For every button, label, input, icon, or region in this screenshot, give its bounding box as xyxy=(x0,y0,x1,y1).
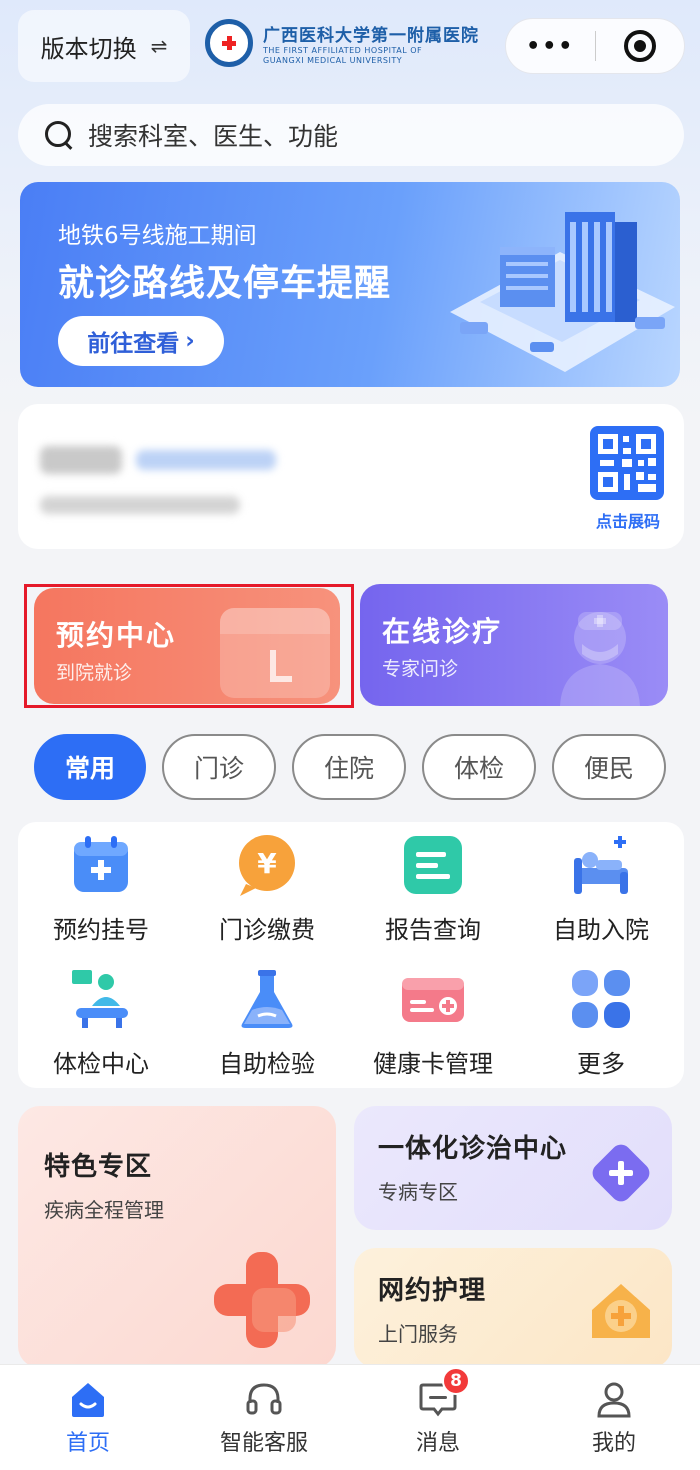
nav-home-label: 首页 xyxy=(65,1431,110,1456)
online-consultation-title: 在线诊疗 xyxy=(382,615,503,648)
doctor-icon xyxy=(560,612,640,706)
nav-customer-service[interactable]: 智能客服 xyxy=(204,1379,324,1457)
tab-inpatient[interactable]: 住院 xyxy=(292,734,406,800)
search-bar[interactable]: 搜索科室、医生、功能 xyxy=(18,104,684,166)
version-switch-button[interactable]: 版本切换 ⇌ xyxy=(18,10,190,82)
nav-messages[interactable]: 8 消息 xyxy=(378,1367,498,1457)
nav-messages-label: 消息 xyxy=(415,1431,460,1456)
search-placeholder: 搜索科室、医生、功能 xyxy=(88,122,339,151)
search-icon xyxy=(44,120,74,150)
payment-icon: ¥ xyxy=(239,835,295,896)
tab-convenience[interactable]: 便民 xyxy=(552,734,666,800)
integrated-center-title: 一体化诊治中心 xyxy=(378,1134,568,1164)
headset-icon xyxy=(246,1383,282,1415)
blurred-card-number xyxy=(40,496,240,514)
online-consultation-tile[interactable]: 在线诊疗 专家问诊 xyxy=(360,584,668,706)
register-icon xyxy=(74,836,128,892)
report-icon xyxy=(404,836,462,894)
hospital-logo: 广西医科大学第一附属医院 THE FIRST AFFILIATED HOSPIT… xyxy=(205,18,495,68)
home-icon xyxy=(72,1383,104,1417)
function-admission[interactable]: 自助入院 xyxy=(518,832,684,945)
online-consultation-subtitle: 专家问诊 xyxy=(382,658,459,680)
more-options-icon[interactable]: ••• xyxy=(506,34,595,59)
special-zone-title: 特色专区 xyxy=(44,1152,153,1182)
home-care-icon xyxy=(592,1284,650,1338)
integrated-center-subtitle: 专病专区 xyxy=(378,1180,458,1204)
target-close-icon xyxy=(623,30,656,62)
blurred-patient-name xyxy=(40,446,122,474)
nav-home[interactable]: 首页 xyxy=(28,1379,148,1457)
lab-test-icon xyxy=(241,970,293,1028)
nav-profile[interactable]: 我的 xyxy=(554,1379,674,1457)
banner-view-button[interactable]: 前往查看 › xyxy=(58,316,224,366)
online-nursing-card[interactable]: 网约护理 上门服务 xyxy=(354,1248,672,1368)
banner-title: 就诊路线及停车提醒 xyxy=(58,263,392,304)
bottom-tab-bar: 首页 智能客服 8 消息 我的 xyxy=(0,1364,700,1470)
special-zone-card[interactable]: 特色专区 疾病全程管理 xyxy=(18,1106,336,1368)
promo-banner[interactable]: 地铁6号线施工期间 就诊路线及停车提醒 前往查看 › xyxy=(20,182,680,387)
function-payment[interactable]: ¥ 门诊缴费 xyxy=(184,832,350,945)
online-nursing-subtitle: 上门服务 xyxy=(378,1322,458,1346)
function-lab-test[interactable]: 自助检验 xyxy=(184,966,350,1079)
close-miniprogram-button[interactable] xyxy=(596,30,685,62)
function-more[interactable]: 更多 xyxy=(518,966,684,1079)
function-register-label: 预约挂号 xyxy=(53,916,149,944)
show-qr-label[interactable]: 点击展码 xyxy=(578,508,678,532)
health-card-icon xyxy=(402,978,464,1022)
svg-text:¥: ¥ xyxy=(257,847,277,880)
tab-outpatient[interactable]: 门诊 xyxy=(162,734,276,800)
function-health-card-label: 健康卡管理 xyxy=(373,1050,493,1078)
hospital-building-illustration xyxy=(450,212,675,372)
function-checkup-label: 体检中心 xyxy=(53,1050,149,1078)
function-admission-label: 自助入院 xyxy=(553,916,649,944)
medical-cross-icon xyxy=(214,1252,310,1348)
qr-code-icon[interactable] xyxy=(590,426,664,500)
blurred-patient-tag xyxy=(136,450,276,470)
special-zone-subtitle: 疾病全程管理 xyxy=(44,1198,164,1222)
miniprogram-capsule: ••• xyxy=(505,18,685,74)
swap-icon: ⇌ xyxy=(150,34,168,58)
function-report-label: 报告查询 xyxy=(385,916,481,944)
online-nursing-title: 网约护理 xyxy=(378,1276,487,1306)
checkup-icon xyxy=(72,970,128,1028)
logo-english-line-2: GUANGXI MEDICAL UNIVERSITY xyxy=(263,55,403,65)
version-switch-label: 版本切换 xyxy=(40,34,137,63)
function-checkup[interactable]: 体检中心 xyxy=(18,966,184,1079)
more-grid-icon xyxy=(572,970,630,1028)
integrated-center-card[interactable]: 一体化诊治中心 专病专区 xyxy=(354,1106,672,1230)
banner-button-label: 前往查看 xyxy=(87,331,180,357)
message-badge: 8 xyxy=(442,1367,470,1395)
nav-customer-service-label: 智能客服 xyxy=(219,1431,308,1456)
function-register[interactable]: 预约挂号 xyxy=(18,832,184,945)
plus-diamond-icon xyxy=(592,1144,650,1202)
chevron-right-icon: › xyxy=(185,328,195,354)
patient-card[interactable]: 点击展码 xyxy=(18,404,684,549)
function-health-card[interactable]: 健康卡管理 xyxy=(350,966,516,1079)
logo-chinese-name: 广西医科大学第一附属医院 xyxy=(263,25,479,46)
tab-physical-exam[interactable]: 体检 xyxy=(422,734,536,800)
function-payment-label: 门诊缴费 xyxy=(219,916,315,944)
hospital-emblem-icon xyxy=(205,19,253,67)
highlight-outline xyxy=(24,584,354,708)
logo-english-line-1: THE FIRST AFFILIATED HOSPITAL OF xyxy=(263,45,423,55)
function-report[interactable]: 报告查询 xyxy=(350,832,516,945)
function-lab-test-label: 自助检验 xyxy=(219,1050,315,1078)
user-icon xyxy=(597,1382,631,1418)
function-more-label: 更多 xyxy=(577,1050,625,1078)
tab-common[interactable]: 常用 xyxy=(34,734,146,800)
banner-subtitle: 地铁6号线施工期间 xyxy=(58,223,257,249)
message-icon: 8 xyxy=(418,1367,470,1419)
nav-profile-label: 我的 xyxy=(591,1431,636,1456)
admission-icon xyxy=(574,836,628,894)
